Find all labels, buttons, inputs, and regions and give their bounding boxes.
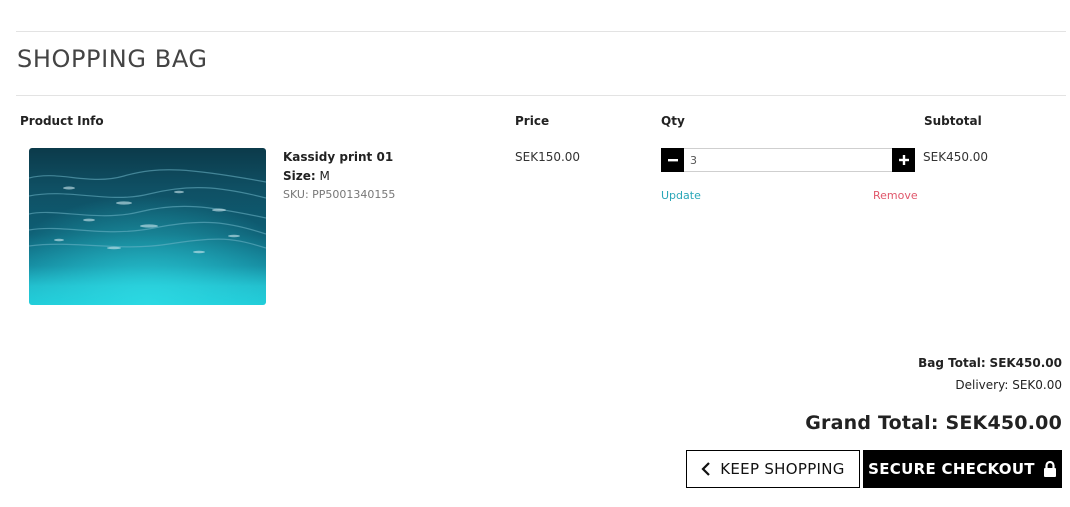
bag-total: Bag Total: SEK450.00 — [918, 356, 1062, 370]
product-size: Size: M — [283, 169, 330, 183]
decrease-qty-button[interactable] — [661, 148, 684, 172]
column-header-product-info: Product Info — [20, 114, 104, 128]
product-sku: SKU: PP5001340155 — [283, 188, 396, 201]
top-divider — [16, 31, 1066, 32]
grand-total: Grand Total: SEK450.00 — [805, 412, 1062, 434]
delivery-value: SEK0.00 — [1012, 378, 1062, 392]
lock-icon — [1043, 461, 1056, 477]
bag-total-label: Bag Total: — [918, 356, 986, 370]
keep-shopping-button[interactable]: KEEP SHOPPING — [686, 450, 860, 488]
header-divider — [16, 95, 1066, 96]
delivery-total: Delivery: SEK0.00 — [955, 378, 1062, 392]
size-label: Size: — [283, 169, 316, 183]
product-image[interactable] — [29, 148, 266, 305]
secure-checkout-button[interactable]: SECURE CHECKOUT — [863, 450, 1062, 488]
quantity-input[interactable] — [684, 149, 892, 171]
secure-checkout-label: SECURE CHECKOUT — [868, 460, 1035, 478]
quantity-stepper — [661, 148, 915, 172]
product-name[interactable]: Kassidy print 01 — [283, 150, 393, 164]
plus-icon — [898, 155, 909, 165]
page-title: SHOPPING BAG — [17, 45, 208, 73]
ocean-photo-icon — [29, 148, 266, 305]
item-subtotal: SEK450.00 — [923, 150, 989, 164]
column-header-subtotal: Subtotal — [924, 114, 982, 128]
chevron-left-icon — [701, 462, 711, 476]
bag-total-value: SEK450.00 — [989, 356, 1062, 370]
delivery-label: Delivery: — [955, 378, 1009, 392]
grand-total-value: SEK450.00 — [945, 412, 1062, 434]
column-header-price: Price — [515, 114, 550, 128]
remove-link[interactable]: Remove — [873, 189, 918, 202]
update-link[interactable]: Update — [661, 189, 701, 202]
keep-shopping-label: KEEP SHOPPING — [720, 460, 845, 478]
size-value: M — [319, 169, 330, 183]
increase-qty-button[interactable] — [892, 148, 915, 172]
column-header-qty: Qty — [661, 114, 685, 128]
item-price: SEK150.00 — [515, 150, 581, 164]
minus-icon — [667, 159, 678, 162]
grand-total-label: Grand Total: — [805, 412, 939, 434]
